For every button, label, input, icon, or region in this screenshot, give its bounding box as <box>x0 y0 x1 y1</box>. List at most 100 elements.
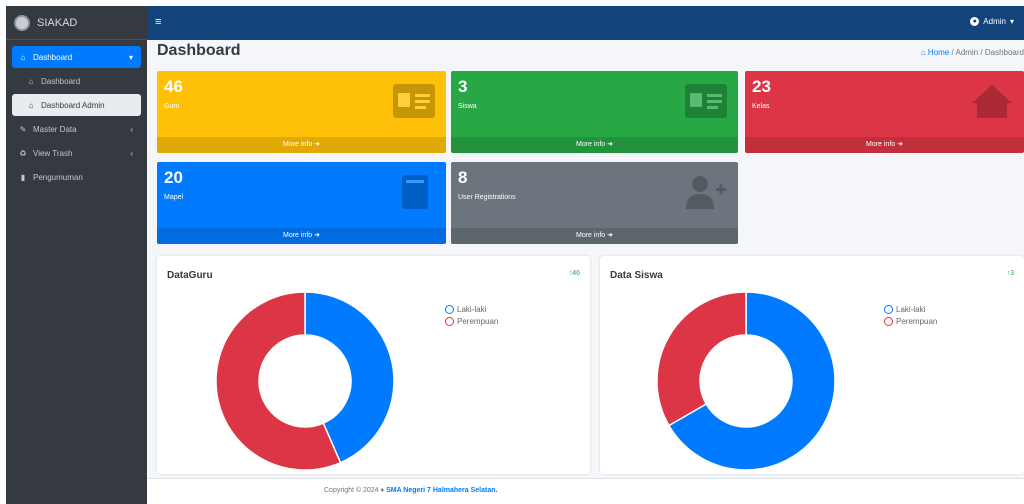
small-box-user-registrations: 8 User Registrations More info ➜ <box>451 162 738 244</box>
footer: Copyright © 2024 ♦ SMA Negeri 7 Halmaher… <box>147 478 1024 504</box>
legend-item-female[interactable]: Perempuan <box>445 315 498 327</box>
mapel-more-info[interactable]: More info ➜ <box>157 228 446 244</box>
house-icon <box>972 85 1012 118</box>
sidebar-nav: ⌂ Dashboard ▾ ⌂ Dashboard ⌂ Dashboard Ad… <box>6 40 147 188</box>
sidebar-item-label: Dashboard <box>41 76 81 86</box>
legend-label: Laki-laki <box>457 304 487 314</box>
user-plus-icon <box>686 176 726 209</box>
sidebar-item-pengumuman[interactable]: ▮ Pengumuman <box>12 166 141 188</box>
user-more-info[interactable]: More info ➜ <box>451 228 738 244</box>
legend-item-male[interactable]: Laki-laki <box>445 303 498 315</box>
caret-down-icon: ▾ <box>1009 17 1014 26</box>
edit-icon: ✎ <box>19 124 27 134</box>
legend-swatch <box>884 304 893 314</box>
sidebar-item-label: Dashboard Admin <box>41 100 105 110</box>
user-icon: ● <box>970 17 980 26</box>
chevron-left-icon: ‹ <box>130 124 133 134</box>
small-box-guru: 46 Guru More info ➜ <box>157 71 446 153</box>
home-icon: ⌂ <box>20 52 26 62</box>
more-info-label: More info <box>575 141 606 148</box>
book-icon <box>402 175 428 209</box>
arrow-circle-right-icon: ➜ <box>897 141 903 148</box>
school-link[interactable]: SMA Negeri 7 Halmahera Selatan. <box>386 487 497 494</box>
home-icon: ⌂ <box>920 48 928 57</box>
siswa-count: 3 <box>458 77 468 96</box>
chart-legend: Laki-laki Perempuan <box>884 303 937 327</box>
home-icon: ⌂ <box>28 76 34 86</box>
legend-label: Perempuan <box>457 316 499 326</box>
more-info-label: More info <box>282 232 313 239</box>
legend-item-male[interactable]: Laki-laki <box>884 303 937 315</box>
copyright-text: Copyright © 2024 <box>324 487 379 494</box>
id-card-icon <box>393 84 435 118</box>
small-box-siswa: 3 Siswa More info ➜ <box>451 71 738 153</box>
guru-count: 46 <box>164 77 183 96</box>
sidebar-item-dashboard-admin[interactable]: ⌂ Dashboard Admin <box>12 94 141 116</box>
sidebar-item-label: Dashboard <box>33 52 73 62</box>
mapel-label: Mapel <box>164 194 184 201</box>
brand[interactable]: SIAKAD <box>6 6 147 40</box>
menu-toggle-icon[interactable]: ≡ <box>155 16 161 28</box>
sidebar: SIAKAD ⌂ Dashboard ▾ ⌂ Dashboard ⌂ Dashb… <box>6 6 147 504</box>
chevron-down-icon: ▾ <box>128 52 133 62</box>
recycle-icon: ♻ <box>19 148 27 158</box>
breadcrumb-home[interactable]: ⌂ Home <box>921 48 949 57</box>
badge-value: 3 <box>1010 270 1014 277</box>
legend-item-female[interactable]: Perempuan <box>884 315 937 327</box>
more-info-label: More info <box>575 232 606 239</box>
sidebar-item-dashboard[interactable]: ⌂ Dashboard ▾ <box>12 46 141 68</box>
id-card-icon <box>685 84 727 118</box>
card-title: DataGuru <box>167 270 213 281</box>
topbar: ≡ ● Admin ▾ <box>147 6 1024 40</box>
card-badge: ↑3 <box>1007 270 1014 277</box>
legend-label: Laki-laki <box>896 304 926 314</box>
small-box-mapel: 20 Mapel More info ➜ <box>157 162 446 244</box>
sidebar-item-label: View Trash <box>33 148 73 158</box>
donut-chart-guru <box>215 291 395 471</box>
user-label: Admin <box>983 17 1006 26</box>
user-menu[interactable]: ● Admin ▾ <box>970 17 1014 26</box>
card-badge: ↑46 <box>569 270 580 277</box>
small-box-kelas: 23 Kelas More info ➜ <box>745 71 1024 153</box>
card-data-siswa: Data Siswa ↑3 Laki-laki Perempuan <box>600 256 1024 474</box>
sidebar-item-dashboard-sub[interactable]: ⌂ Dashboard <box>12 70 141 92</box>
app-window: SIAKAD ⌂ Dashboard ▾ ⌂ Dashboard ⌂ Dashb… <box>6 6 1024 504</box>
legend-swatch <box>884 316 893 326</box>
page-title: Dashboard <box>157 42 241 59</box>
home-icon: ⌂ <box>28 100 34 110</box>
breadcrumb-admin[interactable]: Admin <box>955 48 978 57</box>
chart-legend: Laki-laki Perempuan <box>445 303 498 327</box>
kelas-count: 23 <box>752 77 771 96</box>
siswa-more-info[interactable]: More info ➜ <box>451 137 738 153</box>
kelas-label: Kelas <box>752 103 770 110</box>
sidebar-item-master-data[interactable]: ✎ Master Data ‹ <box>12 118 141 140</box>
donut-chart-siswa <box>656 291 836 471</box>
card-data-guru: DataGuru ↑46 Laki-laki Perempuan <box>157 256 590 474</box>
chevron-left-icon: ‹ <box>130 148 133 158</box>
breadcrumb-home-label: Home <box>927 48 950 57</box>
arrow-circle-right-icon: ➜ <box>314 232 320 239</box>
mapel-count: 20 <box>164 168 183 187</box>
legend-label: Perempuan <box>896 316 938 326</box>
arrow-circle-right-icon: ➜ <box>314 141 320 148</box>
user-label: User Registrations <box>458 194 516 201</box>
legend-swatch <box>445 304 454 314</box>
kelas-more-info[interactable]: More info ➜ <box>745 137 1024 153</box>
donut-slice-perempuan[interactable] <box>656 291 747 427</box>
user-count: 8 <box>458 168 468 187</box>
arrow-circle-right-icon: ➜ <box>607 141 613 148</box>
bookmark-icon: ▮ <box>20 172 26 182</box>
school-logo-icon <box>14 14 30 31</box>
more-info-label: More info <box>282 141 313 148</box>
legend-swatch <box>445 316 454 326</box>
sidebar-item-label: Master Data <box>33 124 77 134</box>
breadcrumb-current: Dashboard <box>984 48 1024 57</box>
brand-name: SIAKAD <box>37 16 78 29</box>
sidebar-item-label: Pengumuman <box>33 172 83 182</box>
guru-more-info[interactable]: More info ➜ <box>157 137 446 153</box>
badge-value: 46 <box>572 270 580 277</box>
sidebar-item-view-trash[interactable]: ♻ View Trash ‹ <box>12 142 141 164</box>
heart-icon: ♦ <box>380 487 385 494</box>
breadcrumb: ⌂ Home / Admin / Dashboard <box>921 48 1024 57</box>
footer-copyright: Copyright © 2024 ♦ SMA Negeri 7 Halmaher… <box>324 487 497 494</box>
